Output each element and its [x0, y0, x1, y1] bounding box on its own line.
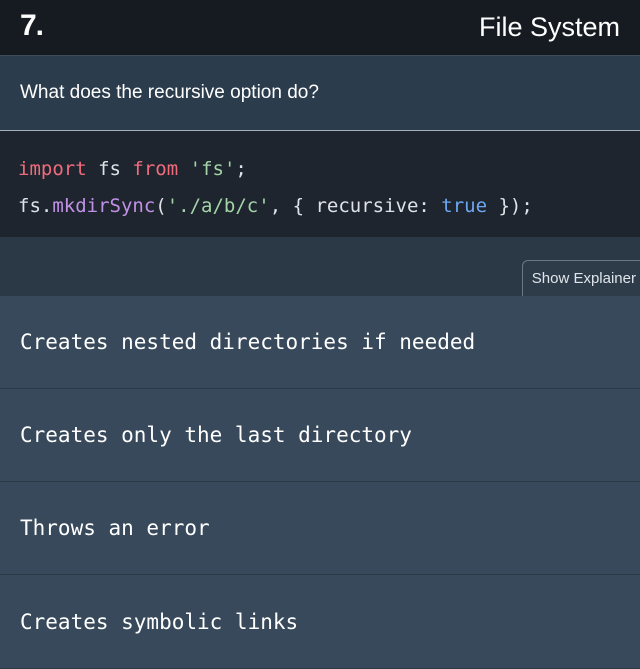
answer-list: Creates nested directories if needed Cre… [0, 296, 640, 668]
page-title: File System [478, 12, 620, 42]
code-punctuation: ; [235, 158, 247, 180]
code-block: import fs from 'fs'; fs.mkdirSync('./a/b… [0, 131, 640, 238]
question-text: What does the recursive option do? [20, 82, 319, 103]
answer-option[interactable]: Creates only the last directory [0, 389, 640, 482]
code-boolean: true [441, 195, 488, 217]
code-keyword-from: from [132, 158, 179, 180]
answer-label: Throws an error [20, 516, 210, 540]
code-options: , { recursive: [269, 195, 442, 217]
code-object: fs. [18, 195, 53, 217]
code-string: './a/b/c' [166, 195, 270, 217]
code-function: mkdirSync [52, 195, 156, 217]
code-identifier: fs [86, 158, 133, 180]
show-explainer-button[interactable]: Show Explainer [521, 260, 640, 296]
code-keyword-import: import [18, 158, 87, 180]
code-line-2: fs.mkdirSync('./a/b/c', { recursive: tru… [18, 188, 622, 225]
code-punctuation: ( [155, 195, 167, 217]
explainer-toolbar: Show Explainer [0, 238, 640, 296]
answer-label: Creates nested directories if needed [20, 330, 476, 354]
code-string: 'fs' [189, 158, 236, 180]
answer-label: Creates symbolic links [20, 609, 299, 634]
header-bar: 7. File System [0, 0, 640, 56]
logo: 7. [20, 8, 44, 42]
answer-option[interactable]: Creates symbolic links [0, 575, 640, 668]
answer-label: Creates only the last directory [20, 423, 412, 447]
question-panel: What does the recursive option do? [0, 56, 640, 131]
answer-option[interactable]: Throws an error [0, 482, 640, 575]
code-punctuation: }); [487, 195, 533, 217]
answer-option[interactable]: Creates nested directories if needed [0, 296, 640, 389]
code-line-1: import fs from 'fs'; [18, 151, 622, 188]
quiz-page: 7. File System What does the recursive o… [0, 0, 640, 669]
